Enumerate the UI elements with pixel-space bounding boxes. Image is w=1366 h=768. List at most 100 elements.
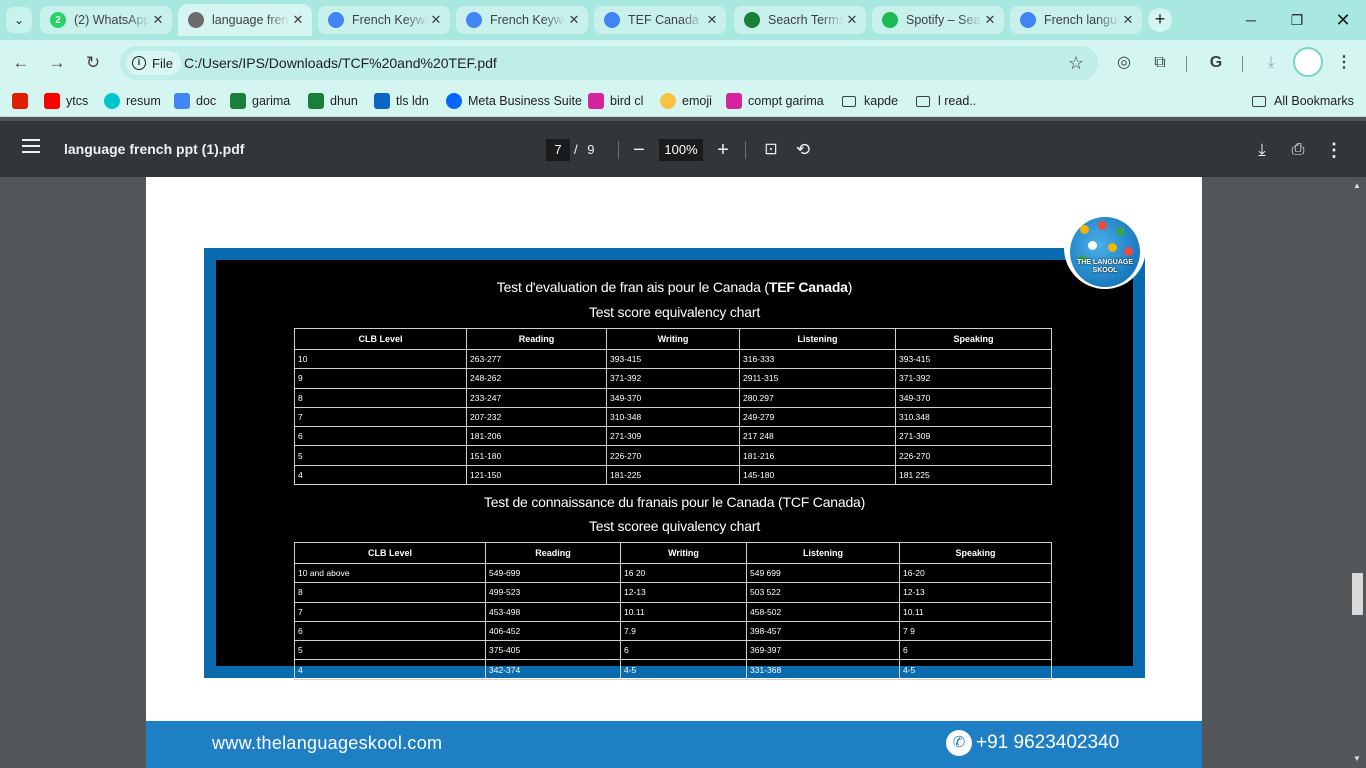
tab-0[interactable]: 2 (2) WhatsApp ✕: [40, 6, 172, 34]
bookmark-5[interactable]: dhun: [308, 91, 358, 111]
toolbar-separator: [1242, 56, 1243, 72]
table-row: 8 233-247 349-370 280.297 349-370: [294, 387, 1052, 408]
scroll-up-arrow-icon[interactable]: ▲: [1353, 181, 1361, 190]
table-row: 7 453-498 10.11 458-502 10.11: [294, 601, 1052, 622]
table-cell: 263-277: [466, 348, 607, 370]
close-tab-icon[interactable]: ✕: [150, 12, 166, 28]
table-cell: 8: [294, 582, 486, 603]
table-cell: 331-368: [746, 659, 900, 680]
table-cell: 249-279: [739, 406, 896, 428]
forward-button[interactable]: →: [44, 50, 70, 76]
table-cell: 499-523: [485, 582, 621, 603]
address-bar[interactable]: i File C:/Users/IPS/Downloads/TCF%20and%…: [120, 46, 1098, 80]
bookmark-label: bird cl: [610, 94, 644, 108]
folder-icon: [916, 95, 930, 107]
profile-avatar[interactable]: [1293, 47, 1323, 77]
zoom-input[interactable]: 100%: [659, 139, 703, 161]
close-tab-icon[interactable]: ✕: [704, 12, 720, 28]
bookmark-label: l read..: [938, 94, 977, 108]
pdf-menu-icon[interactable]: [22, 139, 40, 153]
scrollbar-thumb[interactable]: [1352, 573, 1363, 615]
download-icon[interactable]: ⤓: [1259, 51, 1283, 75]
all-bookmarks-button[interactable]: All Bookmarks: [1252, 91, 1354, 111]
pdf-download-icon[interactable]: ⤓: [1249, 137, 1275, 163]
tab-5[interactable]: Seacrh Terms ✕: [734, 6, 866, 34]
tab-3[interactable]: French Keywords✕: [456, 6, 588, 34]
close-tab-icon[interactable]: ✕: [290, 12, 306, 28]
restore-button[interactable]: ❐: [1274, 0, 1320, 40]
bookmark-star-icon[interactable]: ☆: [1068, 46, 1084, 80]
total-pages: 9: [587, 142, 595, 157]
close-tab-icon[interactable]: ✕: [844, 12, 860, 28]
table-cell: 12-13: [899, 582, 1052, 603]
tab-2[interactable]: French Keywords✕: [318, 6, 450, 34]
table-cell: 9: [294, 368, 467, 389]
table-cell: 181-216: [739, 445, 896, 466]
whatsapp-icon: 2: [50, 12, 66, 28]
info-icon: i: [132, 56, 146, 70]
bookmark-1[interactable]: ytcs: [44, 91, 88, 111]
tab-7[interactable]: French language✕: [1010, 6, 1142, 34]
pdf-more-icon[interactable]: ⋮: [1321, 137, 1347, 163]
minimize-button[interactable]: ─: [1228, 0, 1274, 40]
rotate-icon[interactable]: ⟲: [790, 137, 816, 163]
bookmark-9[interactable]: emoji: [660, 91, 712, 111]
bookmark-6[interactable]: tls ldn: [374, 91, 429, 111]
docs-icon: [328, 12, 344, 28]
table-cell: 7.9: [620, 620, 747, 642]
canva-icon: [104, 93, 120, 109]
docs-icon: [466, 12, 482, 28]
back-button[interactable]: ←: [8, 50, 34, 76]
pdf-viewer[interactable]: Test d'evaluation de fran ais pour le Ca…: [0, 177, 1366, 768]
tab-1[interactable]: language french ppt (1).pdf✕: [178, 4, 312, 36]
table-cell: 248-262: [466, 368, 607, 389]
tab-4[interactable]: TEF Canada ✕: [594, 6, 726, 34]
bookmark-2[interactable]: resum: [104, 91, 161, 111]
bookmark-4[interactable]: garima: [230, 91, 290, 111]
google-icon: [1020, 12, 1036, 28]
close-tab-icon[interactable]: ✕: [982, 12, 998, 28]
grammarly-extension-icon[interactable]: ◎: [1112, 51, 1136, 75]
extensions-puzzle-icon[interactable]: ⧉: [1148, 51, 1172, 75]
google-lens-icon[interactable]: G: [1204, 51, 1228, 75]
column-header: Listening: [739, 328, 896, 350]
url-text[interactable]: C:/Users/IPS/Downloads/TCF%20and%20TEF.p…: [184, 46, 497, 80]
bookmark-12[interactable]: l read..: [916, 91, 976, 111]
table-cell: 7: [294, 601, 486, 622]
column-header: CLB Level: [294, 542, 486, 564]
bookmark-11[interactable]: kapde: [842, 91, 898, 111]
column-header: Listening: [746, 542, 900, 564]
page-footer: www.thelanguageskool.com ✆ +91 962340234…: [146, 721, 1202, 768]
zoom-out-button[interactable]: −: [626, 137, 652, 163]
close-tab-icon[interactable]: ✕: [1120, 12, 1136, 28]
print-icon[interactable]: ⎙: [1285, 137, 1311, 163]
close-tab-icon[interactable]: ✕: [566, 12, 582, 28]
fit-to-page-icon[interactable]: ⊡: [758, 137, 784, 163]
logo-text: THE LANGUAGE SKOOL: [1077, 259, 1133, 274]
table-cell: 7 9: [899, 620, 1052, 642]
bookmark-8[interactable]: bird cl: [588, 91, 643, 111]
table-cell: 217 248: [739, 426, 896, 447]
bookmark-3[interactable]: doc: [174, 91, 216, 111]
folder-icon: [842, 95, 856, 107]
tab-search-button[interactable]: ⌄: [6, 7, 32, 33]
scroll-down-arrow-icon[interactable]: ▼: [1353, 754, 1361, 763]
vertical-scrollbar[interactable]: [1350, 177, 1366, 768]
table-cell: 145-180: [739, 464, 896, 486]
kebab-menu-icon[interactable]: ⋮: [1332, 51, 1356, 75]
table-cell: 375-405: [485, 640, 621, 661]
new-tab-button[interactable]: +: [1148, 8, 1172, 32]
zoom-in-button[interactable]: +: [710, 137, 736, 163]
reload-button[interactable]: ↻: [80, 50, 106, 76]
bookmark-0[interactable]: [12, 91, 34, 111]
column-header: Speaking: [899, 542, 1052, 564]
bookmark-label: compt garima: [748, 94, 824, 108]
close-tab-icon[interactable]: ✕: [428, 12, 444, 28]
bookmark-10[interactable]: compt garima: [726, 91, 824, 111]
bookmark-7[interactable]: Meta Business Suite: [446, 91, 582, 111]
tab-6[interactable]: Spotify – Search✕: [872, 6, 1004, 34]
page-number-input[interactable]: 7: [546, 139, 570, 161]
slide-content: Test d'evaluation de fran ais pour le Ca…: [216, 260, 1133, 680]
close-window-button[interactable]: ✕: [1320, 0, 1366, 40]
site-info-chip[interactable]: i File: [126, 51, 181, 75]
